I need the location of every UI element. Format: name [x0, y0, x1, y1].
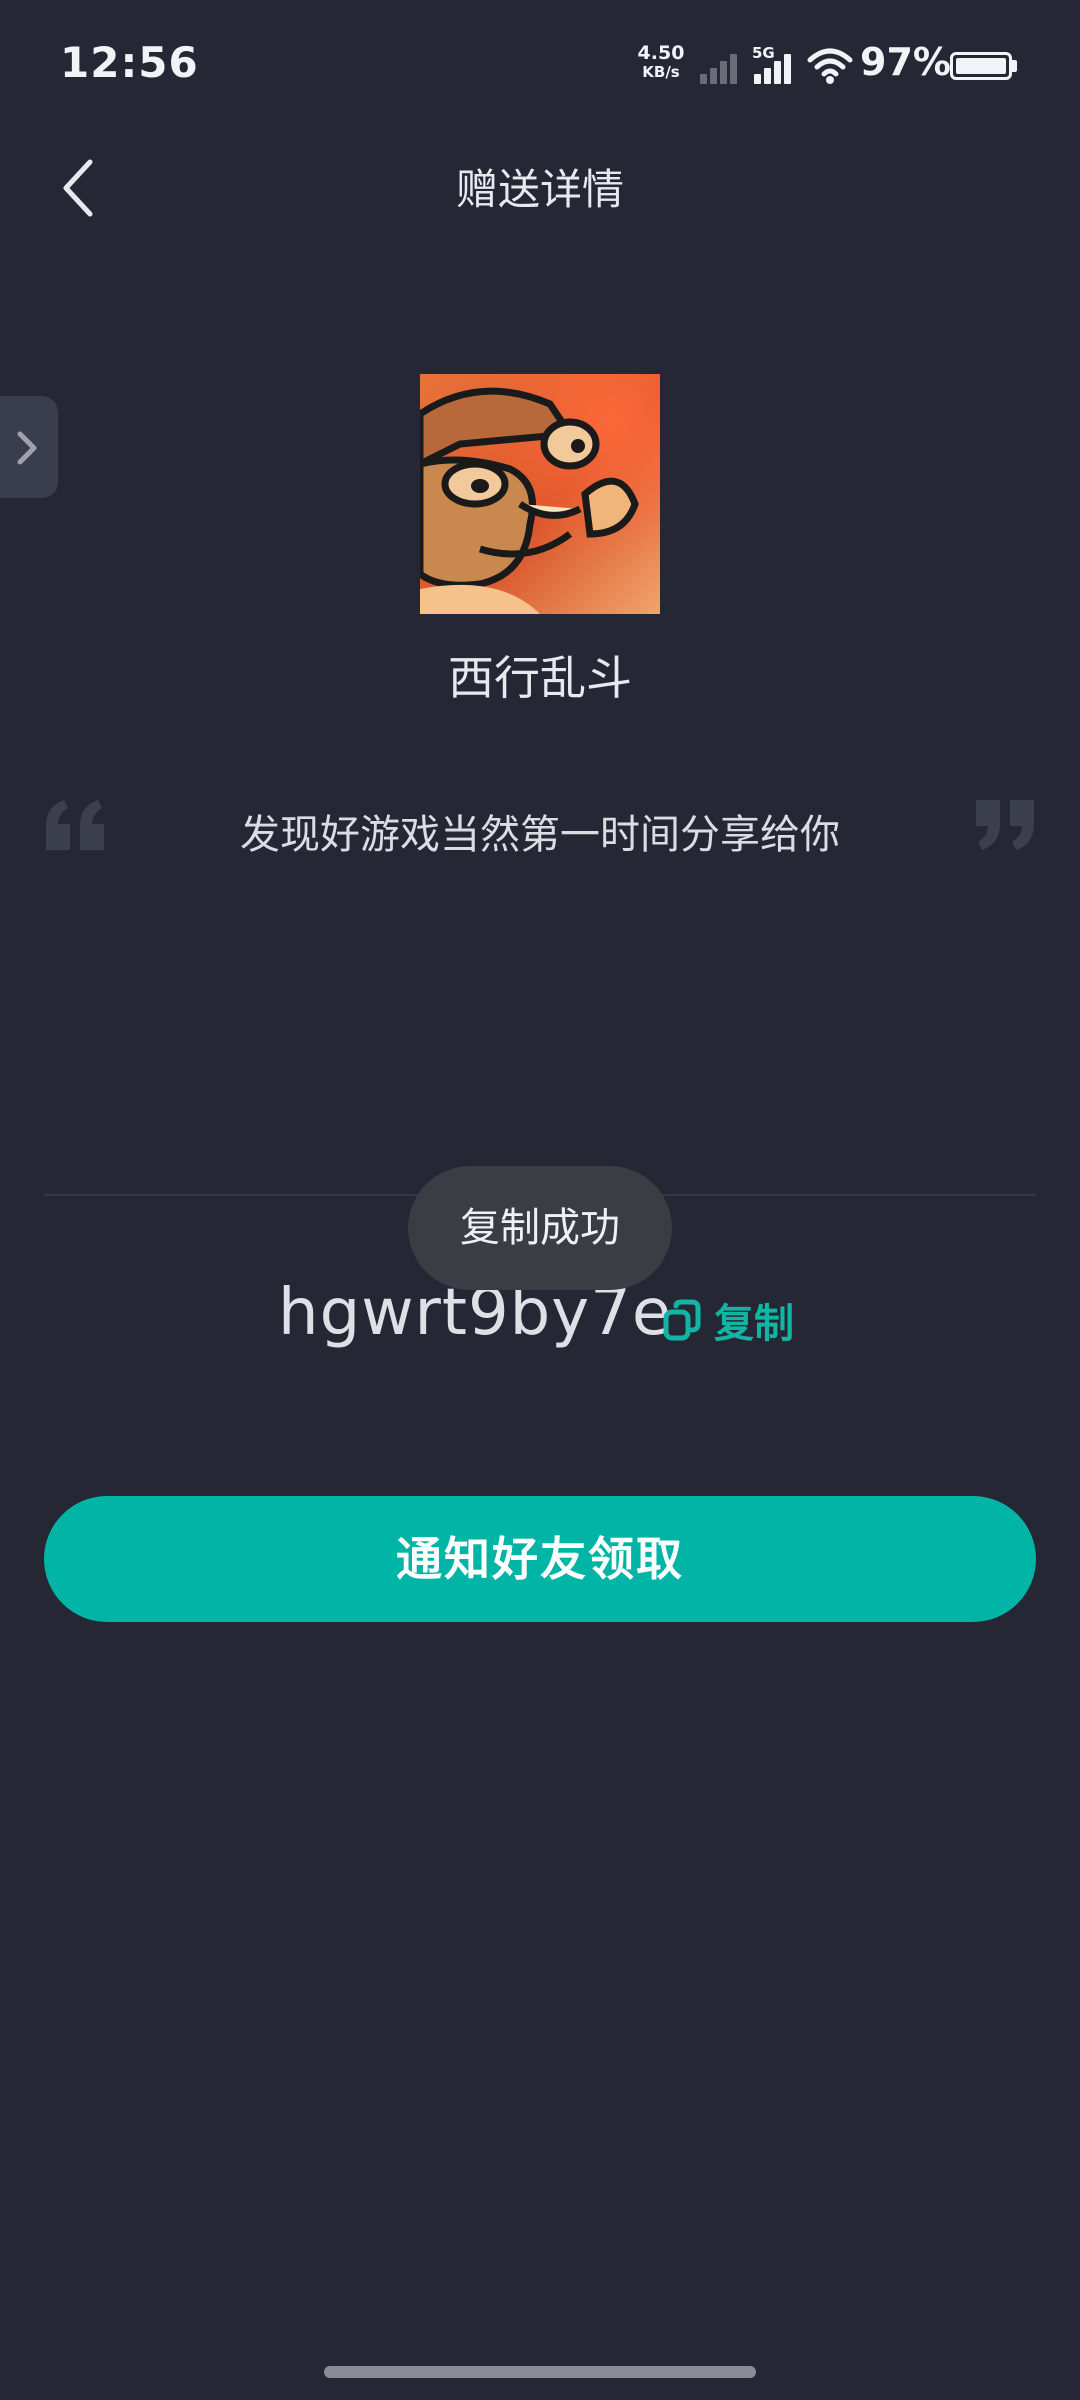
quote-close-icon: [976, 800, 1034, 850]
cellular-signal-icon-1: [700, 50, 744, 84]
page-title: 赠送详情: [455, 165, 624, 214]
copy-icon: [663, 1299, 701, 1341]
battery-icon: [950, 52, 1012, 80]
copy-button[interactable]: 复制: [662, 1292, 794, 1348]
copy-label: 复制: [714, 1301, 794, 1347]
copy-success-toast: 复制成功: [408, 1166, 672, 1290]
home-indicator[interactable]: [324, 2366, 756, 2378]
cellular-signal-icon-2: [754, 50, 798, 84]
battery-cap: [1012, 60, 1017, 72]
wifi-icon: [807, 48, 853, 84]
gift-details-screen: 12:56 4.50 KB/s 5G 97% 赠送详情 西行乱斗 发现好游戏当然…: [0, 0, 1080, 2400]
notify-friend-button[interactable]: 通知好友领取: [44, 1496, 1036, 1622]
network-speed: 4.50 KB/s: [636, 44, 686, 82]
network-speed-unit: KB/s: [642, 63, 680, 81]
header: 赠送详情: [0, 132, 1080, 240]
chevron-right-icon: [17, 431, 37, 465]
status-time: 12:56: [60, 38, 199, 87]
game-name: 西行乱斗: [448, 651, 632, 705]
side-expand-tab[interactable]: [0, 396, 58, 498]
gift-message: 发现好游戏当然第一时间分享给你: [240, 812, 840, 858]
network-speed-value: 4.50: [637, 42, 685, 64]
game-icon: [420, 374, 660, 614]
battery-percent: 97%: [860, 40, 951, 84]
status-bar: 12:56 4.50 KB/s 5G 97%: [0, 0, 1080, 132]
